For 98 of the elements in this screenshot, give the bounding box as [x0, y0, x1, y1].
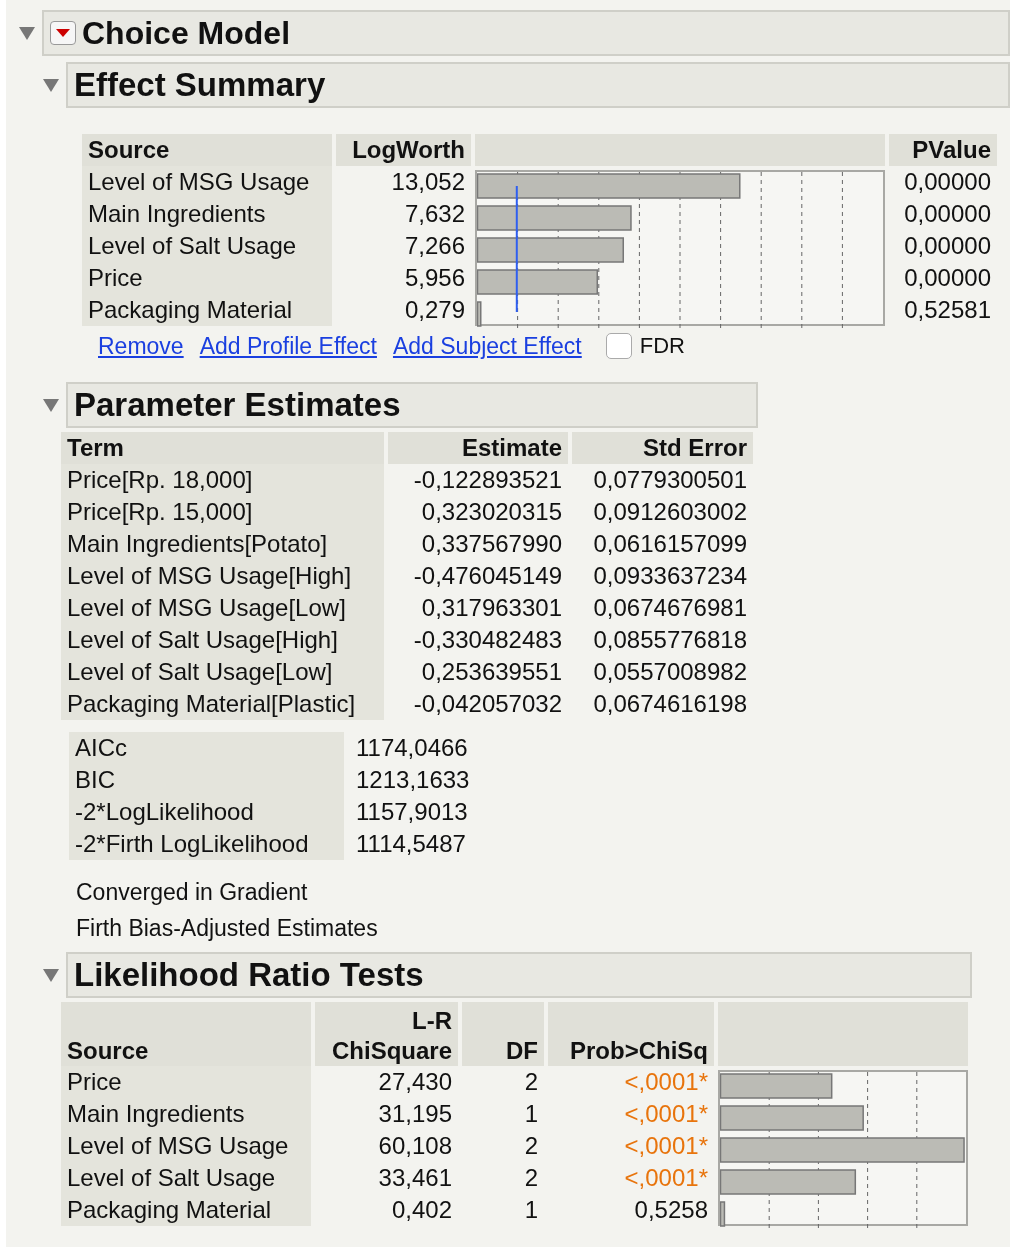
- table-cell-text: <,0001*: [623, 1163, 709, 1193]
- menu-button[interactable]: [50, 21, 76, 45]
- table-cell: BIC: [69, 764, 344, 796]
- table-cell: Level of Salt Usage: [61, 1162, 311, 1194]
- table-cell: Level of MSG Usage: [82, 166, 332, 198]
- caret-icon: [56, 29, 70, 37]
- column-header: L-R ChiSquare: [315, 1002, 458, 1066]
- section-title: Effect Summary: [74, 66, 326, 104]
- table-cell-text: 2: [523, 1131, 539, 1161]
- table-cell-text: 0,0616157099: [592, 529, 748, 559]
- table-cell-text: -0,330482483: [412, 625, 563, 655]
- table-cell-text: 0,00000: [903, 263, 992, 293]
- table-cell: -2*LogLikelihood: [69, 796, 344, 828]
- column-header: PValue: [889, 134, 997, 166]
- table-cell-text: 0,00000: [903, 231, 992, 261]
- column-header: Source: [82, 134, 332, 166]
- table-cell-text: -0,042057032: [412, 689, 563, 719]
- table-cell: Price: [61, 1066, 311, 1098]
- collapse-triangle-icon[interactable]: [42, 397, 60, 413]
- table-cell-text: 0,52581: [903, 295, 992, 325]
- table-cell-text: 0,0855776818: [592, 625, 748, 655]
- column-header: Source: [61, 1002, 311, 1066]
- table-cell: Price[Rp. 18,000]: [61, 464, 384, 496]
- table-cell-text: 0,0933637234: [592, 561, 748, 591]
- table-cell-text: 2: [523, 1067, 539, 1097]
- table-cell: Packaging Material[Plastic]: [61, 688, 384, 720]
- section-title: Choice Model: [82, 14, 290, 52]
- table-cell-text: 0,00000: [903, 199, 992, 229]
- table-cell-text: 0,00000: [903, 167, 992, 197]
- table-cell: Level of Salt Usage: [82, 230, 332, 262]
- table-cell-text: 1213,1633: [355, 765, 471, 795]
- section-header[interactable]: Parameter Estimates: [66, 382, 758, 428]
- action-link[interactable]: Add Subject Effect: [392, 332, 582, 360]
- table-cell: Main Ingredients: [82, 198, 332, 230]
- table-cell-text: 0,0674676981: [592, 593, 748, 623]
- table-cell: Main Ingredients[Potato]: [61, 528, 384, 560]
- column-header: DF: [462, 1002, 544, 1066]
- table-cell: Level of Salt Usage[Low]: [61, 656, 384, 688]
- table-cell: Packaging Material: [61, 1194, 311, 1226]
- table-cell-text: 7,266: [403, 231, 466, 261]
- column-header: Std Error: [572, 432, 753, 464]
- table-cell: Packaging Material: [82, 294, 332, 326]
- column-header: Term: [61, 432, 384, 464]
- table-cell-text: <,0001*: [623, 1099, 709, 1129]
- table-cell-text: 0,337567990: [420, 529, 563, 559]
- action-link[interactable]: Remove: [98, 332, 184, 360]
- fdr-checkbox[interactable]: [605, 333, 632, 359]
- table-cell: Price: [82, 262, 332, 294]
- table-cell-text: 1174,0466: [355, 733, 469, 763]
- table-cell-text: 31,195: [377, 1099, 453, 1129]
- collapse-triangle-icon[interactable]: [42, 77, 60, 93]
- table-cell-text: 2: [523, 1163, 539, 1193]
- checkbox-label: FDR: [639, 333, 685, 359]
- table-cell-text: 0,0674616198: [592, 689, 748, 719]
- table-cell-text: <,0001*: [623, 1131, 709, 1161]
- table-cell-text: -0,476045149: [412, 561, 563, 591]
- table-cell-text: 7,632: [403, 199, 466, 229]
- status-note: Firth Bias-Adjusted Estimates: [76, 913, 379, 943]
- table-cell: Price[Rp. 15,000]: [61, 496, 384, 528]
- table-cell-text: 0,0779300501: [592, 465, 748, 495]
- column-header: Estimate: [388, 432, 568, 464]
- column-header: LogWorth: [336, 134, 471, 166]
- table-cell: Level of Salt Usage[High]: [61, 624, 384, 656]
- table-cell: Level of MSG Usage: [61, 1130, 311, 1162]
- column-header: Prob>ChiSq: [548, 1002, 714, 1066]
- table-cell-text: -0,122893521: [412, 465, 563, 495]
- table-cell-text: 0,0557008982: [592, 657, 748, 687]
- table-cell: -2*Firth LogLikelihood: [69, 828, 344, 860]
- section-title: Likelihood Ratio Tests: [74, 956, 424, 994]
- table-cell-text: 0,317963301: [420, 593, 563, 623]
- collapse-triangle-icon[interactable]: [42, 967, 60, 983]
- status-note: Converged in Gradient: [76, 877, 309, 907]
- table-cell-text: 1: [523, 1099, 539, 1129]
- table-cell-text: 0,402: [390, 1195, 453, 1225]
- table-cell-text: 60,108: [377, 1131, 453, 1161]
- table-cell-text: <,0001*: [623, 1067, 709, 1097]
- table-cell-text: 27,430: [377, 1067, 453, 1097]
- table-cell: Level of MSG Usage[Low]: [61, 592, 384, 624]
- table-cell-text: 0,323020315: [420, 497, 563, 527]
- table-cell: AICc: [69, 732, 344, 764]
- table-cell-text: 0,0912603002: [592, 497, 748, 527]
- table-cell: Main Ingredients: [61, 1098, 311, 1130]
- table-cell-text: 1: [523, 1195, 539, 1225]
- table-cell-text: 1157,9013: [355, 797, 469, 827]
- table-cell: Level of MSG Usage[High]: [61, 560, 384, 592]
- collapse-triangle-icon[interactable]: [18, 25, 36, 41]
- section-header[interactable]: Choice Model: [42, 10, 1010, 56]
- action-link[interactable]: Add Profile Effect: [199, 332, 377, 360]
- table-cell-text: 13,052: [390, 167, 466, 197]
- table-cell-text: 0,253639551: [420, 657, 563, 687]
- table-cell-text: 0,279: [403, 295, 466, 325]
- table-cell-text: 5,956: [403, 263, 466, 293]
- table-cell-text: 33,461: [377, 1163, 453, 1193]
- section-title: Parameter Estimates: [74, 386, 401, 424]
- table-cell-text: 0,5258: [633, 1195, 709, 1225]
- section-header[interactable]: Likelihood Ratio Tests: [66, 952, 972, 998]
- section-header[interactable]: Effect Summary: [66, 62, 1010, 108]
- table-cell-text: 1114,5487: [355, 829, 467, 859]
